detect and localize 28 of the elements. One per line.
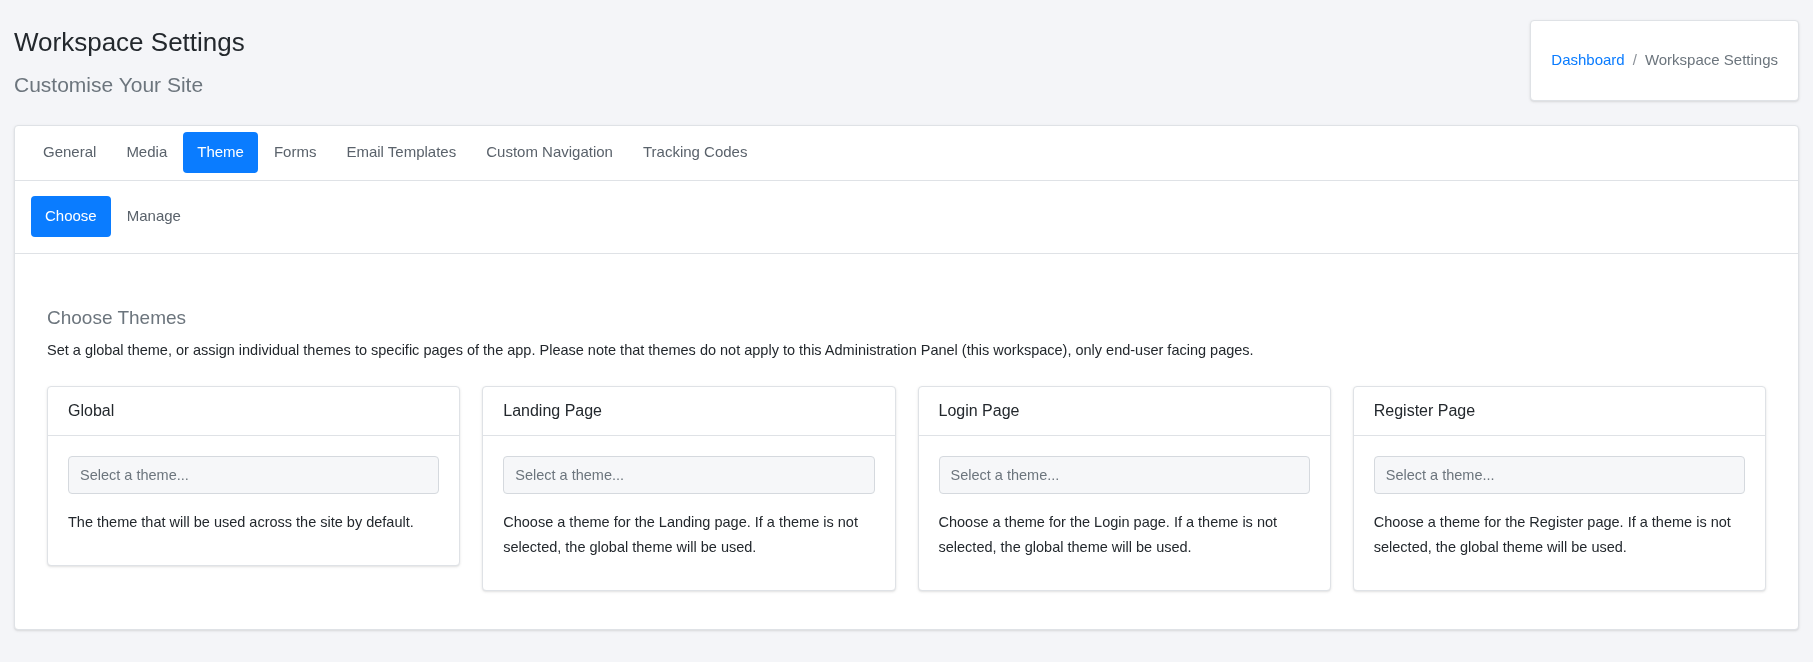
help-text: Choose a theme for the Login page. If a theme is not selected, the global theme will be used. [938, 512, 1279, 557]
tab[interactable]: Media [112, 132, 182, 173]
tab[interactable]: Tracking Codes [628, 132, 762, 173]
tab[interactable]: General [29, 132, 111, 173]
tab[interactable]: Email Templates [332, 132, 471, 173]
card-title: Login Page [918, 386, 1330, 436]
breadcrumb-separator: / [1632, 50, 1637, 70]
subtab[interactable]: Choose [31, 196, 111, 237]
theme-select-field[interactable]: Select a theme... [503, 455, 875, 494]
subtab[interactable]: Manage [112, 196, 195, 237]
help-text: Choose a theme for the Landing page. If a theme is not selected, the global theme will be used. [503, 512, 859, 557]
page-title: Workspace Settings [14, 26, 245, 59]
breadcrumb-current: Workspace Settings [1644, 50, 1778, 70]
tab[interactable]: Forms [259, 132, 331, 173]
page-subtitle: Customise Your Site [14, 71, 205, 98]
help-text: The theme that will be used across the site by default. [68, 512, 415, 532]
tab[interactable]: Theme [183, 132, 258, 173]
breadcrumb-link[interactable]: Dashboard [1551, 49, 1625, 72]
theme-select-field[interactable]: Select a theme... [68, 455, 440, 494]
section-title: Choose Themes [47, 305, 188, 330]
theme-select-field[interactable]: Select a theme... [1373, 455, 1745, 494]
section-description: Set a global theme, or assign individual themes to specific pages of the app. Please note that themes do not apply to this Administration Panel (this workspace), only end-user facing pages. [47, 341, 1255, 360]
card-title: Register Page [1353, 386, 1765, 436]
tab[interactable]: Custom Navigation [472, 132, 627, 173]
card-title: Global [48, 386, 460, 436]
help-text: Choose a theme for the Register page. If a theme is not selected, the global theme will be used. [1373, 512, 1732, 557]
theme-select-field[interactable]: Select a theme... [938, 455, 1310, 494]
card-title: Landing Page [483, 386, 895, 436]
